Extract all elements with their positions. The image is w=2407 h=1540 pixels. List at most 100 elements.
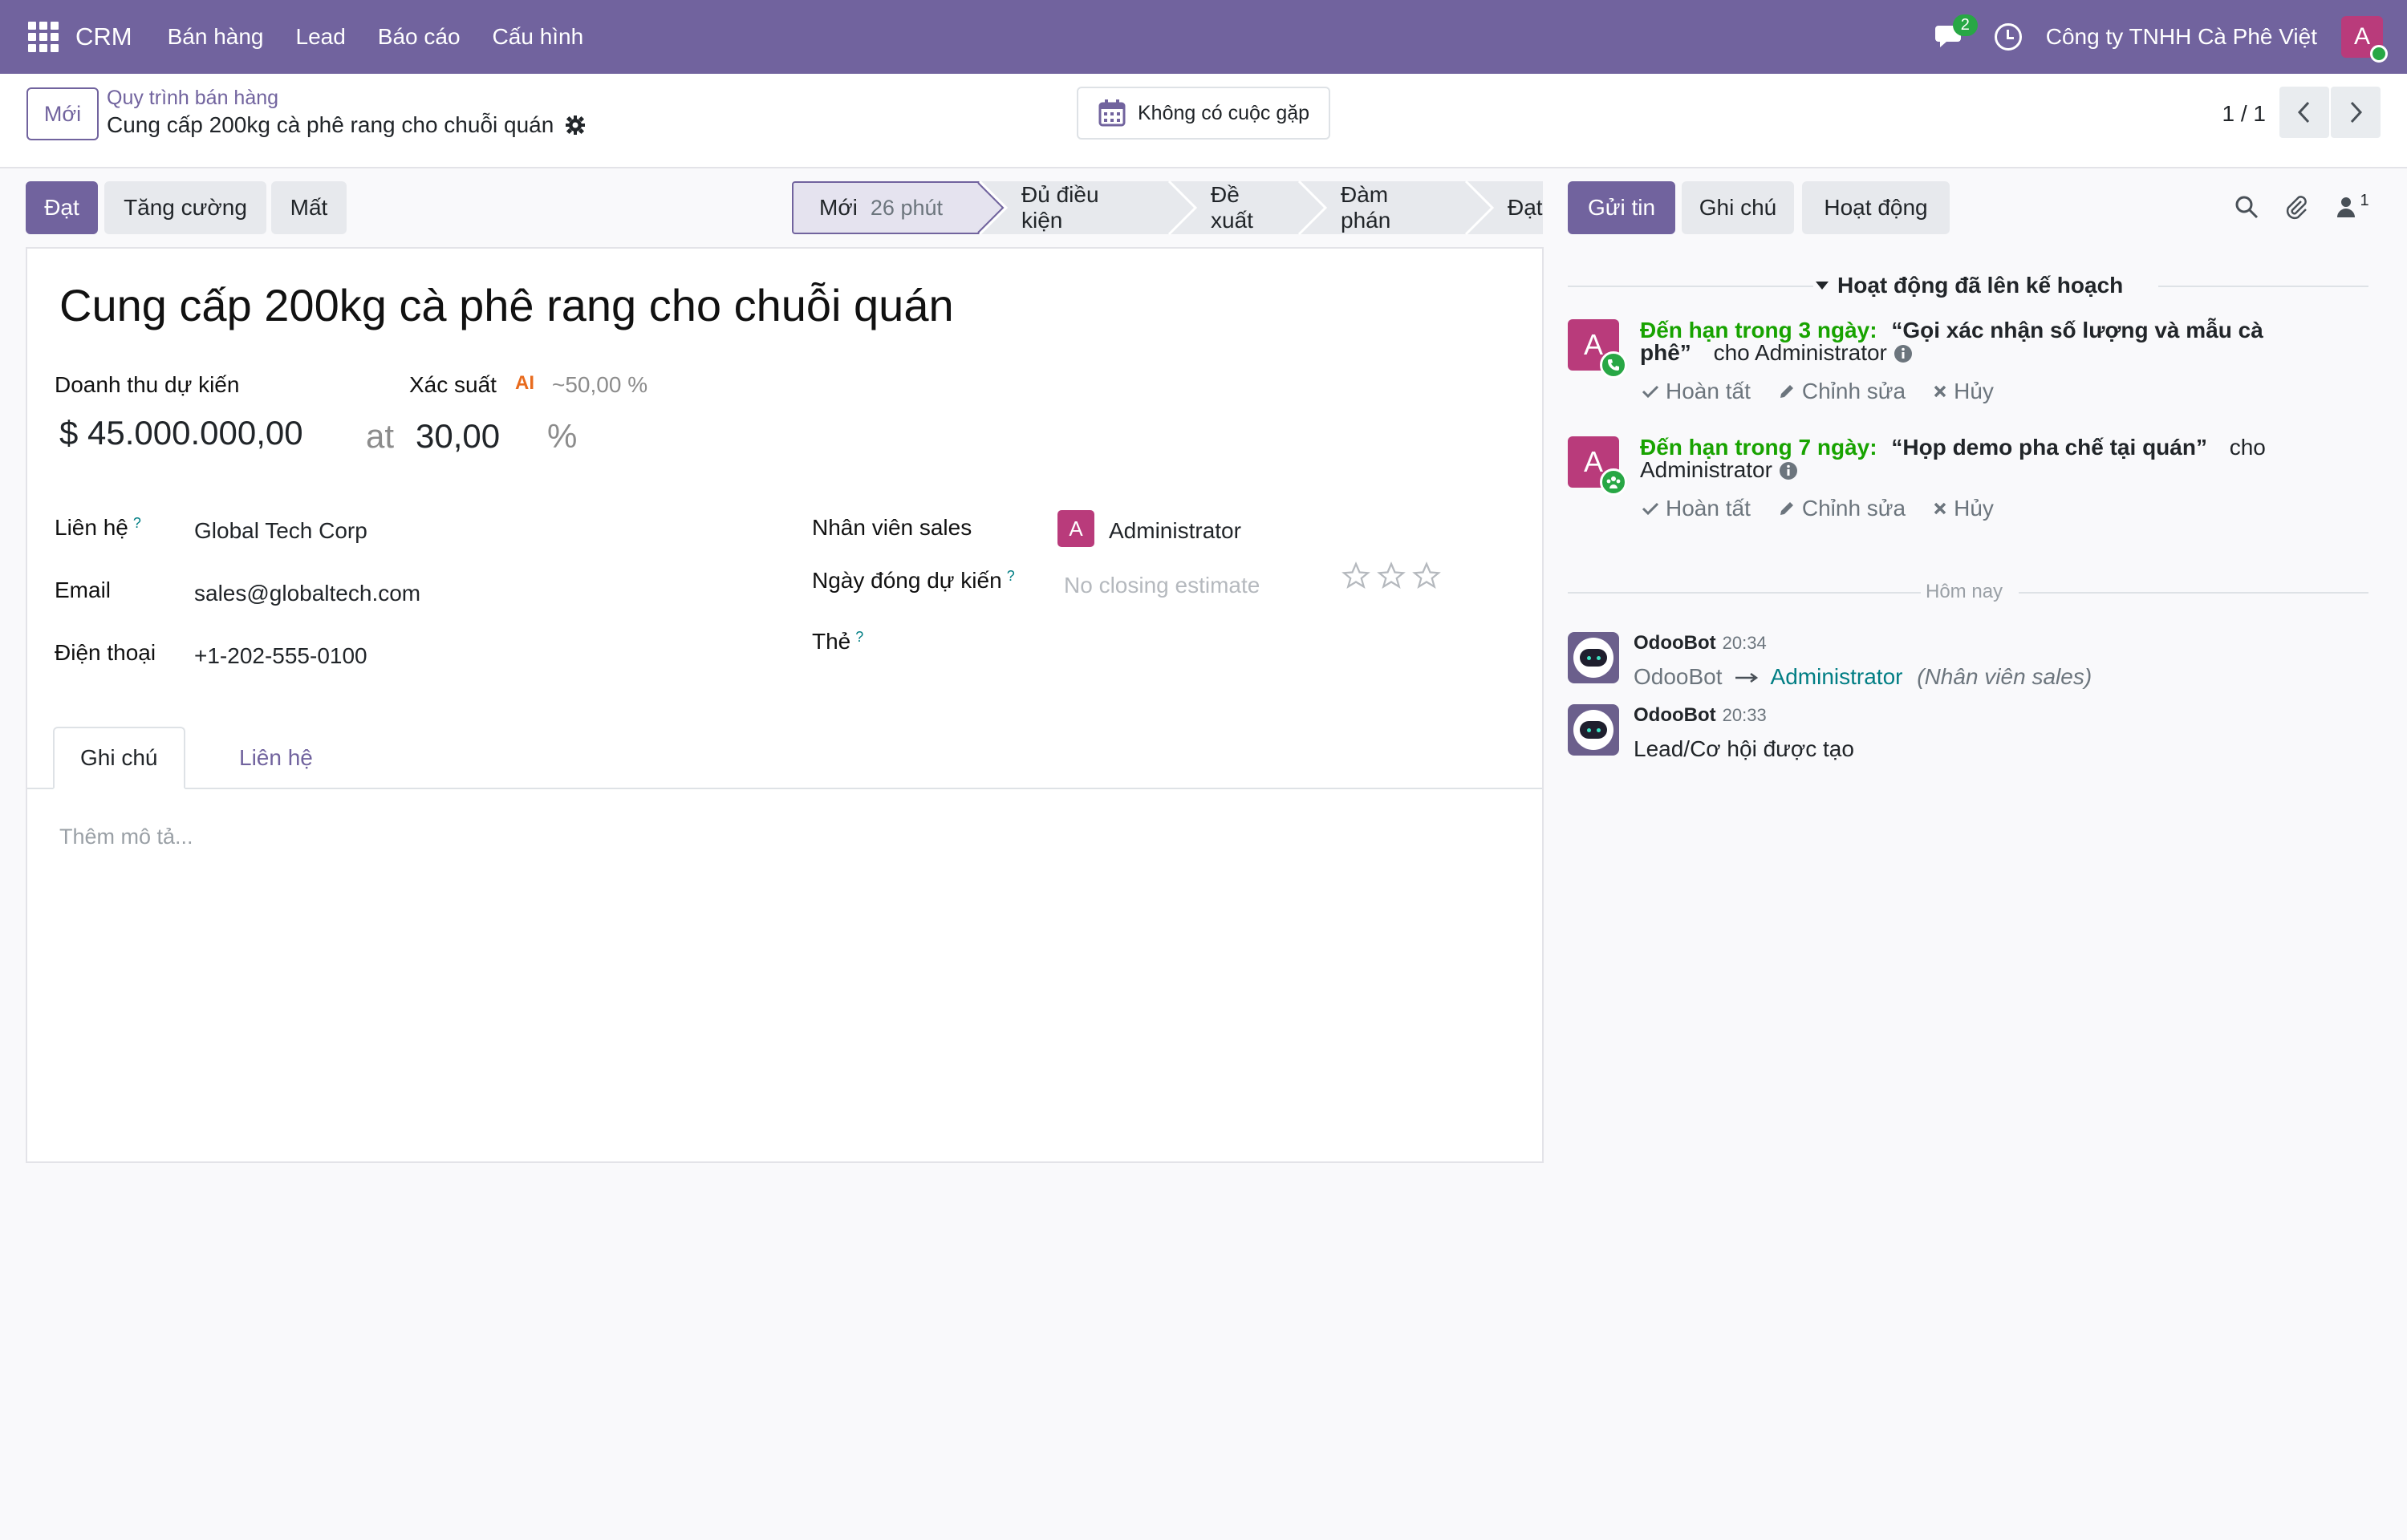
contact-label: Liên hệ? bbox=[55, 515, 141, 541]
activity-title: “Họp demo pha chế tại quán” bbox=[1891, 435, 2207, 460]
check-icon bbox=[1642, 502, 1659, 516]
info-icon[interactable] bbox=[1894, 344, 1913, 363]
priority-stars bbox=[1342, 561, 1441, 590]
attachment-icon[interactable] bbox=[2280, 191, 2312, 223]
contact-field[interactable]: Global Tech Corp bbox=[194, 518, 367, 544]
pager-previous-button[interactable] bbox=[2279, 87, 2329, 138]
activity-assignee-prefix: cho bbox=[2229, 435, 2266, 460]
activity-due: Đến hạn trong 7 ngày: bbox=[1640, 435, 1877, 460]
caret-down-icon bbox=[1816, 282, 1829, 290]
mark-done-button[interactable]: Hoàn tất bbox=[1642, 379, 1751, 404]
email-label: Email bbox=[55, 578, 112, 602]
planned-activities-toggle[interactable]: Hoạt động đã lên kế hoạch bbox=[1815, 273, 2123, 298]
closing-date-label-text: Ngày đóng dự kiến bbox=[812, 568, 1002, 593]
activity-title: “Gọi xác nhận số lượng và mẫu cà bbox=[1891, 318, 2263, 342]
salesperson-label: Nhân viên sales bbox=[812, 515, 972, 540]
phone-label: Điện thoại bbox=[55, 640, 156, 665]
edit-activity-button[interactable]: Chỉnh sửa bbox=[1778, 496, 1906, 521]
edit-activity-button[interactable]: Chỉnh sửa bbox=[1778, 379, 1906, 404]
breadcrumb-current: Cung cấp 200kg cà phê rang cho chuỗi quá… bbox=[107, 112, 586, 138]
app-grid-icon[interactable] bbox=[27, 21, 59, 53]
messaging-icon[interactable]: 2 bbox=[1934, 14, 1978, 55]
message-time: 20:33 bbox=[1722, 705, 1767, 725]
divider-line bbox=[1568, 592, 1921, 594]
star-icon[interactable] bbox=[1342, 561, 1370, 590]
new-record-button[interactable]: Mới bbox=[26, 87, 99, 140]
record-name-text: Cung cấp 200kg cà phê rang cho chuỗi quá… bbox=[107, 112, 554, 137]
at-label: at bbox=[366, 417, 395, 455]
expected-revenue-field[interactable]: $ 45.000.000,00 bbox=[59, 414, 303, 452]
send-message-button[interactable]: Gửi tin bbox=[1568, 181, 1675, 234]
stage-qualified[interactable]: Đủ điều kiện bbox=[980, 181, 1169, 234]
salesperson-avatar: A bbox=[1057, 510, 1094, 547]
stage-qualified-label: Đủ điều kiện bbox=[1021, 182, 1099, 233]
mark-lost-button[interactable]: Mất bbox=[271, 181, 347, 234]
enrich-button[interactable]: Tăng cường bbox=[104, 181, 266, 234]
online-status-dot bbox=[2370, 45, 2388, 63]
pager-value[interactable]: 1 / 1 bbox=[2222, 101, 2266, 127]
closing-date-label: Ngày đóng dự kiến? bbox=[812, 568, 1015, 594]
salesperson-field[interactable]: Administrator bbox=[1109, 518, 1241, 544]
contact-help-icon[interactable]: ? bbox=[133, 515, 141, 531]
closing-date-field[interactable]: No closing estimate bbox=[1064, 573, 1260, 598]
info-icon[interactable] bbox=[1779, 461, 1798, 480]
mark-won-button[interactable]: Đạt bbox=[26, 181, 98, 234]
meetings-button[interactable]: Không có cuộc gặp bbox=[1077, 87, 1330, 140]
tags-help-icon[interactable]: ? bbox=[855, 629, 863, 645]
stage-negotiation[interactable]: Đàm phán bbox=[1299, 181, 1466, 234]
stage-proposition[interactable]: Đề xuất bbox=[1169, 181, 1299, 234]
close-icon bbox=[1934, 502, 1946, 515]
message-author-name[interactable]: OdooBot bbox=[1634, 704, 1716, 726]
mark-done-button[interactable]: Hoàn tất bbox=[1642, 496, 1751, 521]
followers-button[interactable]: 1 bbox=[2330, 191, 2375, 223]
star-icon[interactable] bbox=[1377, 561, 1406, 590]
tab-notes[interactable]: Ghi chú bbox=[53, 727, 185, 789]
company-switcher[interactable]: Công ty TNHH Cà Phê Việt bbox=[2046, 24, 2317, 50]
email-field[interactable]: sales@globaltech.com bbox=[194, 581, 420, 606]
contact-label-text: Liên hệ bbox=[55, 515, 128, 540]
menu-reports[interactable]: Báo cáo bbox=[378, 24, 461, 50]
percent-sign: % bbox=[547, 417, 578, 455]
search-icon[interactable] bbox=[2230, 191, 2263, 223]
tracking-old-value: OdooBot bbox=[1634, 664, 1723, 689]
stage-new[interactable]: Mới 26 phút bbox=[792, 181, 980, 234]
user-initial: A bbox=[2353, 23, 2370, 50]
menu-sales[interactable]: Bán hàng bbox=[168, 24, 264, 50]
divider-line bbox=[2158, 286, 2368, 287]
cancel-activity-button[interactable]: Hủy bbox=[1933, 496, 1994, 521]
menu-lead[interactable]: Lead bbox=[296, 24, 346, 50]
stage-won[interactable]: Đạt bbox=[1466, 181, 1543, 234]
top-navbar: CRM Bán hàng Lead Báo cáo Cấu hình 2 Côn… bbox=[0, 0, 2407, 74]
user-icon bbox=[2337, 197, 2356, 217]
tab-contact[interactable]: Liên hệ bbox=[213, 727, 339, 789]
app-brand[interactable]: CRM bbox=[75, 22, 132, 51]
menu-configuration[interactable]: Cấu hình bbox=[493, 24, 584, 50]
star-icon[interactable] bbox=[1412, 561, 1441, 590]
chevron-left-icon bbox=[2297, 101, 2310, 124]
divider-line bbox=[1568, 286, 1813, 287]
phone-field[interactable]: +1-202-555-0100 bbox=[194, 643, 367, 669]
tags-field[interactable] bbox=[1064, 622, 1497, 659]
odoobot-avatar[interactable] bbox=[1568, 704, 1619, 756]
message-count-badge: 2 bbox=[1952, 14, 1978, 36]
odoobot-avatar[interactable] bbox=[1568, 632, 1619, 683]
closing-help-icon[interactable]: ? bbox=[1007, 568, 1015, 584]
log-note-button[interactable]: Ghi chú bbox=[1682, 181, 1794, 234]
schedule-activity-button[interactable]: Hoạt động bbox=[1802, 181, 1950, 234]
activity-title-cont: phê” bbox=[1640, 340, 1691, 365]
probability-field[interactable]: 30,00 bbox=[416, 417, 500, 456]
ai-probability: ~50,00 % bbox=[552, 372, 648, 397]
opportunity-title[interactable]: Cung cấp 200kg cà phê rang cho chuỗi quá… bbox=[59, 279, 954, 331]
gear-icon[interactable] bbox=[565, 115, 586, 136]
message-author-name[interactable]: OdooBot bbox=[1634, 632, 1716, 654]
description-editor[interactable]: Thêm mô tả... bbox=[59, 825, 193, 849]
mark-done-label: Hoàn tất bbox=[1666, 379, 1751, 403]
message-author: OdooBot 20:33 bbox=[1634, 704, 1767, 727]
pager-next-button[interactable] bbox=[2331, 87, 2381, 138]
tags-label-text: Thẻ bbox=[812, 629, 851, 654]
activity-clock-icon[interactable] bbox=[1994, 23, 2022, 51]
user-avatar[interactable]: A bbox=[2341, 16, 2388, 63]
breadcrumb-pipeline[interactable]: Quy trình bán hàng bbox=[107, 87, 278, 110]
cancel-activity-button[interactable]: Hủy bbox=[1933, 379, 1994, 404]
ai-icon: AI bbox=[515, 372, 534, 394]
